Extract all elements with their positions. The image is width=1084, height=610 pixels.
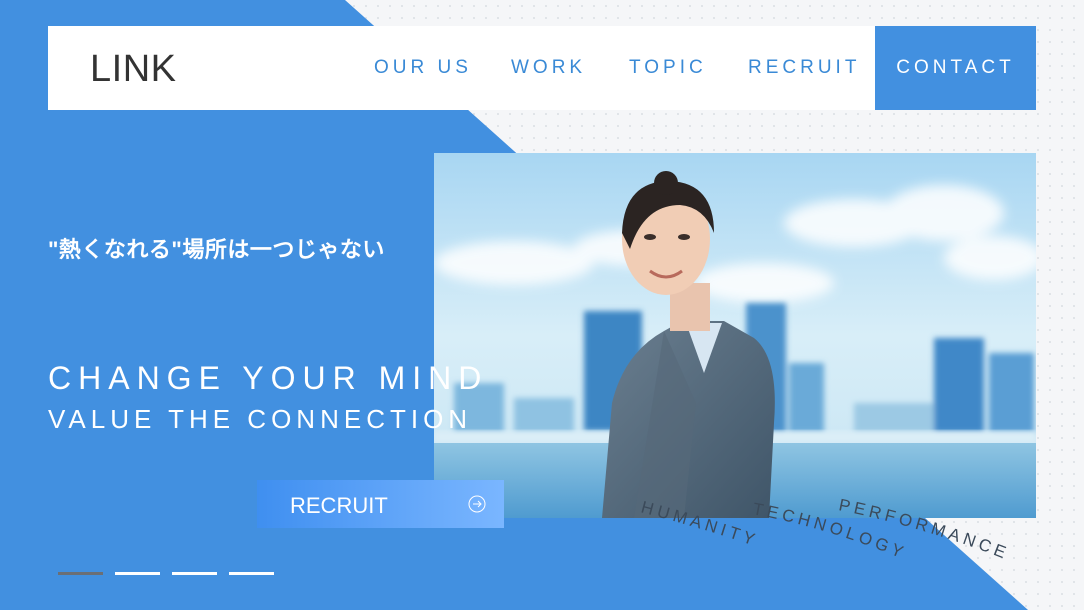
arrow-circle-right-icon (468, 495, 486, 513)
nav-item-our-us[interactable]: OUR US (374, 26, 472, 110)
contact-button[interactable]: CONTACT (875, 26, 1036, 110)
slider-indicator-3[interactable] (172, 572, 217, 575)
hero-tagline: "熱くなれる"場所は一つじゃない (48, 237, 385, 262)
nav-label-work[interactable]: WORK (511, 57, 586, 79)
hero-subheadline: VALUE THE CONNECTION (48, 404, 473, 434)
site-logo[interactable]: LINK (90, 48, 176, 91)
hero-headline: CHANGE YOUR MIND (48, 360, 489, 396)
hero-photo (434, 153, 1036, 518)
slider-indicators (58, 572, 274, 575)
header-bar: LINK OUR US WORK TOPIC RECRUIT CONTACT (48, 26, 1036, 110)
nav-item-recruit[interactable]: RECRUIT (748, 26, 860, 110)
recruit-cta-label: RECRUIT (290, 493, 388, 518)
slider-indicator-2[interactable] (115, 572, 160, 575)
nav-label-our-us[interactable]: OUR US (374, 57, 472, 79)
hero-photo-illustration (434, 153, 1036, 518)
nav-item-work[interactable]: WORK (511, 26, 586, 110)
nav-item-topic[interactable]: TOPIC (629, 26, 707, 110)
slider-indicator-4[interactable] (229, 572, 274, 575)
slider-indicator-1[interactable] (58, 572, 103, 575)
nav-label-topic[interactable]: TOPIC (629, 57, 707, 79)
recruit-cta-button[interactable]: RECRUIT (257, 480, 504, 528)
nav-label-recruit[interactable]: RECRUIT (748, 57, 860, 79)
